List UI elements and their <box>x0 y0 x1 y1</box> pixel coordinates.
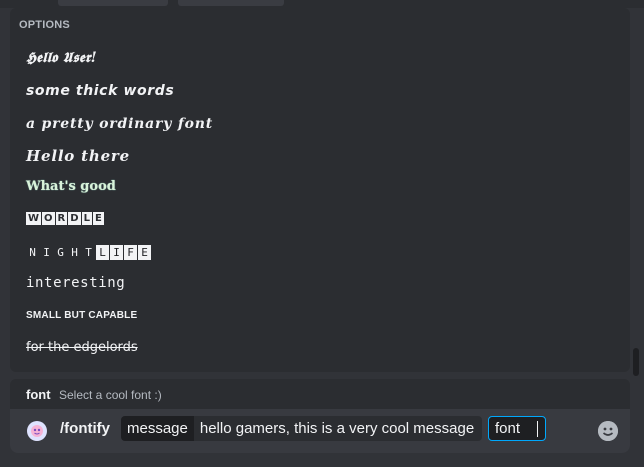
option-for-the-edgelords[interactable]: for the edgelords <box>26 340 138 355</box>
option-night-life[interactable]: N I G H T L I F E <box>26 245 152 260</box>
text-caret <box>537 421 538 437</box>
scrollbar-thumb[interactable] <box>633 348 639 376</box>
message-param-value[interactable]: hello gamers, this is a very cool messag… <box>193 416 483 441</box>
message-param-name: message <box>121 416 194 441</box>
emoji-picker-icon[interactable] <box>598 421 618 441</box>
hint-param-description: Select a cool font :) <box>59 388 162 402</box>
wordle-letter-4: L <box>81 212 92 225</box>
option-pretty-ordinary-font[interactable]: a pretty ordinary font <box>26 116 213 132</box>
edgelords-label: for the edgelords <box>26 340 138 355</box>
wordle-letter-0: W <box>26 212 42 225</box>
nightlife-letter-1: I <box>43 246 50 259</box>
message-param-pill[interactable]: message hello gamers, this is a very coo… <box>121 416 483 441</box>
wordle-letter-5: E <box>92 212 104 225</box>
hint-param-name: font <box>26 387 51 402</box>
nightlife-letter-0: N <box>29 246 36 259</box>
options-header: OPTIONS <box>19 19 70 31</box>
font-param-name: font <box>495 420 521 437</box>
nightlife-letter-4: T <box>85 246 92 259</box>
wordle-letter-2: R <box>55 212 68 225</box>
option-interesting[interactable]: interesting <box>26 275 125 291</box>
nightlife-letter-7: F <box>124 245 137 260</box>
nightlife-letter-5: L <box>96 245 109 260</box>
nightlife-letter-8: E <box>138 245 151 260</box>
option-wordle[interactable]: W O R D L E <box>26 212 105 225</box>
nightlife-letter-2: G <box>57 246 64 259</box>
option-some-thick-words[interactable]: some thick words <box>26 83 174 99</box>
nightlife-letter-6: I <box>110 245 123 260</box>
bot-avatar-glyph <box>31 425 43 437</box>
option-whats-good[interactable]: What's good <box>26 179 116 194</box>
discord-chat-area: OPTIONS 𝕳𝖊𝖑𝖑𝖔 𝖀𝖘𝖊𝖗! some thick words a p… <box>0 0 644 467</box>
wordle-letter-3: D <box>68 212 81 225</box>
option-small-but-capable[interactable]: SMALL BUT CAPABLE <box>26 310 137 321</box>
top-tab-right <box>178 0 284 6</box>
option-hello-user[interactable]: 𝕳𝖊𝖑𝖑𝖔 𝖀𝖘𝖊𝖗! <box>26 50 97 66</box>
parameter-hint-bar: font Select a cool font :) <box>10 379 630 409</box>
option-hello-there[interactable]: Hello there <box>26 147 130 165</box>
font-param-input[interactable]: font <box>488 416 546 441</box>
emoji-face-glyph <box>598 421 618 441</box>
bot-avatar-icon <box>27 421 47 441</box>
autocomplete-options-panel: OPTIONS 𝕳𝖊𝖑𝖑𝖔 𝖀𝖘𝖊𝖗! some thick words a p… <box>10 8 630 372</box>
command-name: /fontify <box>60 420 110 437</box>
wordle-letter-1: O <box>42 212 55 225</box>
top-tab-left <box>58 0 168 6</box>
nightlife-letter-3: H <box>71 246 78 259</box>
message-input-bar[interactable]: /fontify message hello gamers, this is a… <box>10 409 630 453</box>
